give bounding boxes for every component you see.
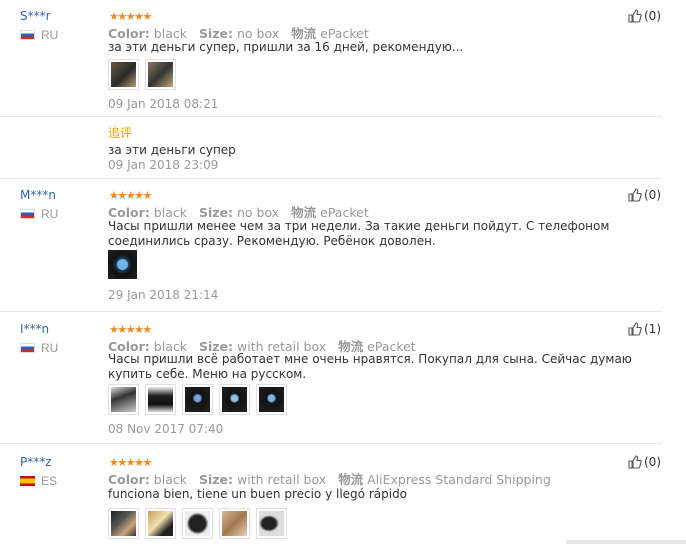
flag-ru-icon (20, 343, 35, 353)
review-item: M***n RU ★★★★★ Color: black Size: no box 物… (0, 188, 686, 308)
divider (0, 116, 662, 117)
helpful-button[interactable]: (0) (628, 9, 661, 23)
review-photo-thumbnail[interactable] (145, 59, 176, 90)
review-date: 29 Jan 2018 21:14 (108, 288, 219, 302)
reviewer-name[interactable]: S***r (20, 9, 51, 23)
review-photo-thumbnail[interactable] (182, 508, 213, 539)
review-date: 08 Nov 2017 07:40 (108, 422, 224, 436)
star-rating: ★★★★★ (109, 324, 152, 336)
review-photo-thumbnail[interactable] (219, 384, 250, 415)
reviewer-name[interactable]: P***z (20, 455, 52, 469)
review-item: I***n RU ★★★★★ Color: black Size: with re… (0, 322, 686, 437)
review-photo-thumbnail[interactable] (145, 508, 176, 539)
review-date: 09 Jan 2018 08:21 (108, 97, 219, 111)
helpful-button[interactable]: (0) (628, 455, 661, 469)
review-divider (0, 178, 662, 179)
review-photos (108, 59, 176, 90)
thumbs-up-icon (628, 9, 642, 23)
review-text: Часы пришли менее чем за три недели. За … (108, 219, 610, 248)
review-item: S***r RU ★★★★★ Color: black Size: no box 物… (0, 9, 686, 179)
review-photo-thumbnail[interactable] (145, 384, 176, 415)
reviewer-country: ES (20, 474, 57, 488)
review-photo-thumbnail[interactable] (108, 59, 139, 90)
thumbs-up-icon (628, 322, 642, 336)
review-text: за эти деньги супер, пришли за 16 дней, … (108, 40, 464, 54)
star-rating: ★★★★★ (109, 457, 152, 469)
reviewer-country: RU (20, 28, 58, 42)
review-photo-thumbnail[interactable] (219, 508, 250, 539)
review-photos (108, 384, 287, 415)
review-photo-thumbnail[interactable] (108, 384, 139, 415)
review-text: Часы пришли всё работает мне очень нравя… (108, 352, 632, 381)
review-divider (0, 443, 662, 444)
followup-text: за эти деньги супер (108, 143, 236, 157)
flag-ru-icon (20, 209, 35, 219)
flag-ru-icon (20, 30, 35, 40)
helpful-button[interactable]: (1) (628, 322, 661, 336)
review-divider (0, 311, 662, 312)
review-photos (108, 250, 137, 279)
helpful-button[interactable]: (0) (628, 188, 661, 202)
review-photo-thumbnail[interactable] (108, 250, 137, 279)
reviewer-country: RU (20, 341, 58, 355)
flag-es-icon (20, 476, 35, 486)
review-photos (108, 508, 287, 539)
review-photo-thumbnail[interactable] (182, 384, 213, 415)
scrollbar-stub (566, 540, 686, 544)
star-rating: ★★★★★ (109, 11, 152, 23)
review-photo-thumbnail[interactable] (108, 508, 139, 539)
star-rating: ★★★★★ (109, 190, 152, 202)
review-photo-thumbnail[interactable] (256, 384, 287, 415)
reviewer-country: RU (20, 207, 58, 221)
review-photo-thumbnail[interactable] (256, 508, 287, 539)
review-item: P***z ES ★★★★★ Color: black Size: with re… (0, 455, 686, 544)
followup-date: 09 Jan 2018 23:09 (108, 158, 219, 172)
reviewer-name[interactable]: I***n (20, 322, 49, 336)
order-info: Color: black Size: with retail box 物流 AliE… (108, 472, 551, 487)
followup-label: 追评 (108, 126, 133, 140)
reviewer-name[interactable]: M***n (20, 188, 56, 202)
review-text: funciona bien, tiene un buen precio y ll… (108, 487, 408, 501)
thumbs-up-icon (628, 455, 642, 469)
thumbs-up-icon (628, 188, 642, 202)
